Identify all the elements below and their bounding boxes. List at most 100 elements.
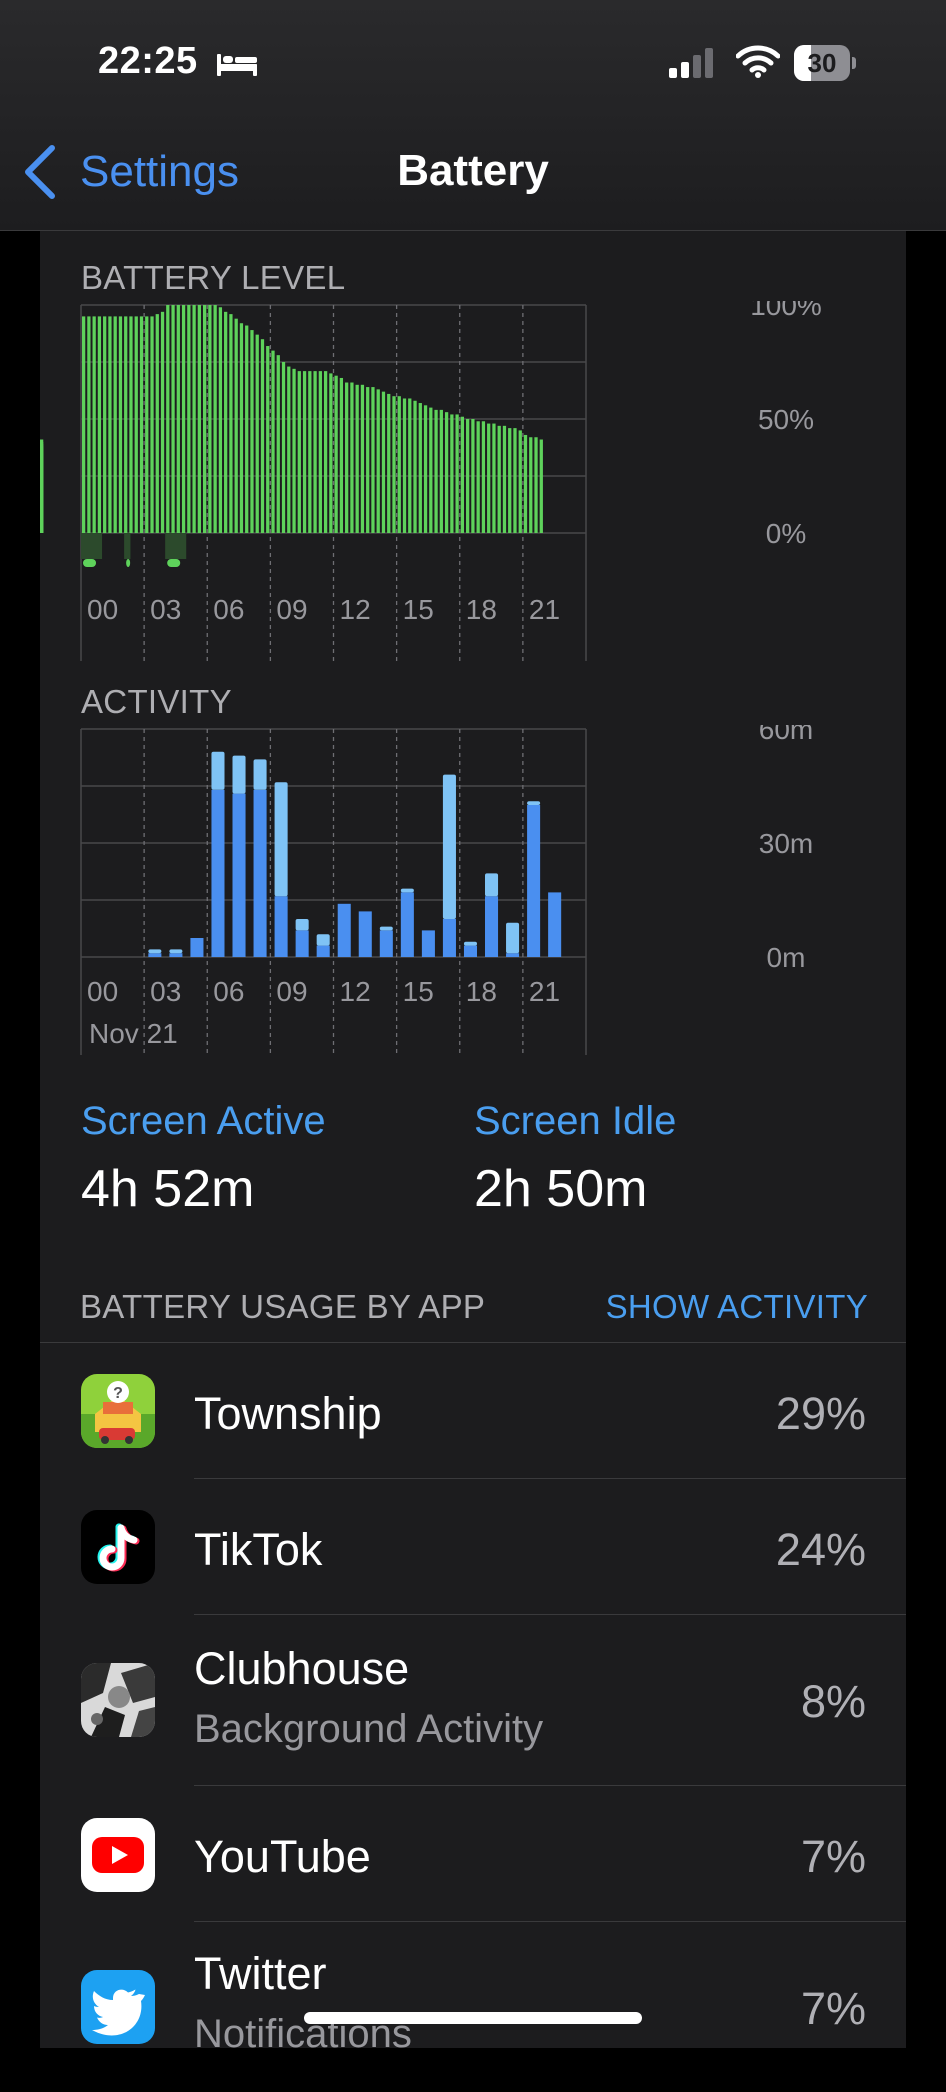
activity-screen-active-bar: [358, 911, 372, 957]
activity-screen-idle-bar: [485, 873, 499, 897]
battery-level-bar: [376, 389, 380, 533]
battery-level-chart[interactable]: 00 03 06 09 12 15 18 21 100% 50% 0%: [40, 301, 906, 661]
activity-screen-idle-bar: [148, 949, 162, 954]
x-tick-label: 18: [466, 976, 497, 1007]
battery-level-bar: [434, 409, 438, 533]
x-tick-label: 06: [213, 594, 244, 625]
battery-level-bar: [439, 409, 443, 533]
battery-level-bar: [539, 439, 543, 533]
app-name: Clubhouse: [194, 1643, 410, 1694]
activity-label: ACTIVITY: [81, 683, 232, 720]
x-tick-label: 12: [340, 594, 371, 625]
app-name: YouTube: [194, 1831, 371, 1882]
battery-level-bar: [150, 316, 154, 533]
battery-level-bar: [313, 371, 317, 533]
battery-level-bar: [271, 350, 275, 533]
activity-screen-idle-bar: [379, 926, 393, 931]
battery-level-bar: [124, 316, 128, 533]
battery-level-bar: [523, 434, 528, 533]
battery-level-bar: [308, 371, 312, 533]
battery-level-bar: [155, 314, 159, 533]
battery-level-bar: [471, 419, 475, 533]
charging-band: [165, 533, 187, 559]
battery-level-bar: [460, 416, 465, 533]
battery-level-bar: [345, 382, 349, 533]
battery-level-bar: [145, 316, 149, 533]
battery-level-bar: [134, 316, 138, 533]
app-row-township[interactable]: ? Township 29%: [40, 1343, 906, 1478]
battery-level-bar: [260, 339, 265, 533]
battery-status-icon: 30: [794, 45, 856, 81]
charging-indicator: [83, 559, 97, 567]
battery-level-bar: [239, 323, 244, 533]
battery-level-bar: [197, 305, 201, 533]
app-name: Twitter: [194, 1948, 327, 1999]
app-usage-percent: 8%: [800, 1676, 866, 1727]
battery-level-bar: [40, 462, 44, 533]
battery-percentage: 30: [807, 48, 837, 78]
y-tick-label: 0%: [766, 518, 806, 549]
app-name: Township: [194, 1388, 382, 1439]
activity-screen-active-bar: [379, 930, 393, 957]
show-activity-button[interactable]: SHOW ACTIVITY: [606, 1288, 868, 1326]
x-tick-label: 00: [87, 594, 118, 625]
y-tick-label: 0m: [767, 942, 806, 973]
screen-active-value: 4h 52m: [81, 1160, 255, 1218]
x-tick-label: 06: [213, 976, 244, 1007]
battery-level-bar: [371, 387, 375, 533]
battery-level-bar: [413, 400, 417, 533]
battery-level-bar: [381, 391, 386, 533]
y-tick-label: 50%: [758, 404, 814, 435]
activity-screen-active-bar: [337, 903, 351, 957]
battery-level-bar: [487, 423, 491, 533]
battery-level-bar: [418, 403, 422, 533]
activity-screen-active-bar: [148, 953, 162, 957]
activity-screen-active-bar: [253, 789, 267, 957]
page-title: Battery: [397, 146, 549, 195]
battery-level-bar: [245, 325, 249, 533]
activity-screen-idle-bar: [211, 751, 225, 790]
activity-screen-idle-bar: [232, 755, 246, 794]
battery-level-bar: [171, 305, 175, 533]
battery-level-bar: [360, 384, 365, 533]
x-tick-label: 03: [150, 976, 181, 1007]
app-usage-percent: 24%: [775, 1524, 866, 1575]
app-row-clubhouse[interactable]: Clubhouse Background Activity 8%: [40, 1615, 906, 1785]
screen-active-label: Screen Active: [81, 1099, 326, 1143]
activity-screen-active-bar: [421, 930, 435, 957]
sleep-bed-icon: [217, 54, 257, 76]
activity-screen-idle-bar: [442, 774, 456, 919]
battery-usage-label: BATTERY USAGE BY APP: [80, 1288, 486, 1325]
svg-text:?: ?: [113, 1385, 123, 1402]
cellular-signal-icon: [669, 48, 713, 78]
activity-screen-idle-bar: [316, 934, 330, 946]
charging-band: [124, 533, 131, 559]
home-indicator[interactable]: [304, 2012, 642, 2024]
x-tick-label: 09: [276, 594, 307, 625]
battery-level-bar: [444, 412, 449, 533]
screen-idle-value: 2h 50m: [474, 1160, 648, 1218]
battery-level-bar: [513, 428, 517, 533]
battery-level-bar: [339, 377, 344, 533]
app-usage-percent: 29%: [775, 1388, 866, 1439]
battery-level-bar: [181, 305, 186, 533]
battery-level-bar: [276, 355, 280, 533]
x-tick-label: 21: [529, 976, 560, 1007]
battery-level-bar: [192, 305, 196, 533]
activity-chart[interactable]: 00 03 06 09 12 15 18 21 60m 30m 0m Nov 21: [40, 725, 906, 1055]
battery-level-bar: [502, 425, 507, 533]
twitter-icon: [81, 1970, 155, 2044]
y-tick-label: 100%: [750, 301, 822, 321]
app-row-tiktok[interactable]: TikTok 24%: [40, 1479, 906, 1614]
battery-level-bar: [297, 371, 301, 533]
app-row-twitter[interactable]: Twitter Notifications 7%: [40, 1922, 906, 2092]
screen-idle-label: Screen Idle: [474, 1099, 677, 1143]
battery-level-bar: [334, 375, 338, 533]
battery-level-bar: [129, 316, 133, 533]
tiktok-icon: [81, 1510, 155, 1584]
app-row-youtube[interactable]: YouTube 7%: [40, 1786, 906, 1921]
battery-level-bar: [266, 346, 270, 533]
battery-level-bar: [213, 305, 217, 533]
battery-level-bar: [455, 414, 459, 533]
battery-level-bar: [481, 421, 486, 533]
